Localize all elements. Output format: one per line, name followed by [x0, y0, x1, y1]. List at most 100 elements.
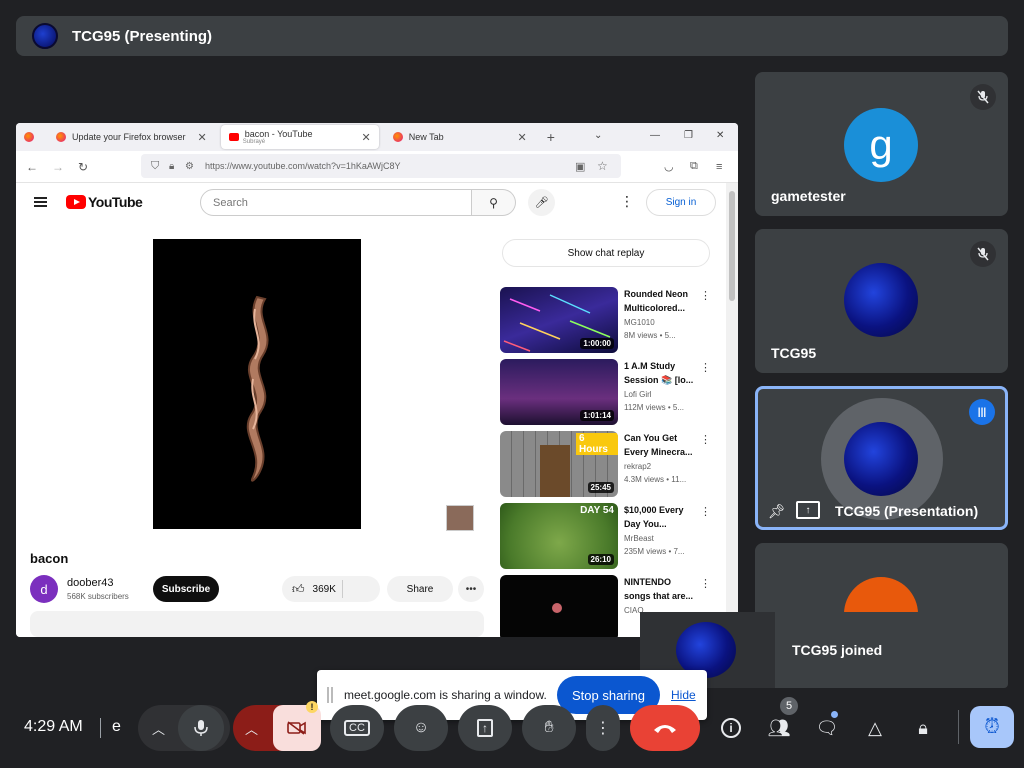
sign-in-button[interactable]: Sign in [646, 189, 716, 216]
firefox-menu-icon[interactable] [24, 132, 34, 142]
more-options-button[interactable]: ⋮ [586, 705, 620, 751]
channel-avatar[interactable]: d [30, 575, 58, 603]
close-window-icon[interactable]: ✕ [716, 130, 724, 141]
sign-in-label: Sign in [665, 197, 697, 208]
close-tab-icon[interactable]: ✕ [362, 131, 371, 144]
recommended-video[interactable]: 6 Hours 25:45 Can You Get Every Minecra.… [500, 431, 726, 497]
video-title-line1: Can You Get [624, 433, 678, 443]
close-tab-icon[interactable]: ✕ [518, 131, 527, 144]
info-icon: i [721, 718, 741, 738]
more-options-icon[interactable]: ⋮ [700, 361, 711, 374]
translate-icon[interactable]: ▣ [575, 160, 585, 173]
reload-icon[interactable]: ↻ [78, 160, 88, 174]
tab-new-tab[interactable]: New Tab ✕ [385, 125, 535, 149]
show-chat-replay-button[interactable]: Show chat replay [502, 239, 710, 267]
chat-replay-label: Show chat replay [567, 247, 645, 259]
tab-youtube[interactable]: bacon - YouTube Subrayé ✕ [220, 125, 379, 149]
presenter-bar: TCG95 (Presenting) [16, 16, 1008, 56]
video-thumbnail[interactable] [500, 575, 618, 637]
recommended-video[interactable]: DAY 54 26:10 $10,000 Every Day You... Mr… [500, 503, 726, 569]
url-bar[interactable]: ⛉ 🔒︎ ⚙ https://www.youtube.com/watch?v=1… [141, 154, 621, 178]
restore-icon[interactable]: ❐ [684, 130, 693, 141]
participant-tile-presentation[interactable]: ||| 📌︎ ↑ TCG95 (Presentation) [755, 386, 1008, 530]
shield-icon[interactable]: ⛉ [151, 160, 159, 173]
back-icon[interactable]: ← [26, 160, 38, 174]
activities-button[interactable]: △ [859, 712, 891, 744]
lock-icon[interactable]: 🔒︎ [169, 161, 174, 172]
meeting-details-button[interactable]: i [715, 712, 747, 744]
extensions-icon[interactable]: ⧉ [690, 160, 698, 173]
video-thumbnail[interactable]: 6 Hours 25:45 [500, 431, 618, 497]
url-text: https://www.youtube.com/watch?v=1hKaAWjC… [205, 161, 401, 171]
recommended-video[interactable]: 1:00:00 Rounded Neon Multicolored... MG1… [500, 287, 726, 353]
microphone-button[interactable] [178, 705, 224, 751]
more-options-icon[interactable]: ⋮ [700, 505, 711, 518]
drag-handle-icon[interactable] [327, 687, 333, 703]
video-title-line1: $10,000 Every [624, 505, 684, 515]
video-player[interactable] [153, 239, 361, 529]
video-channel: MrBeast [624, 534, 654, 543]
more-horizontal-icon: ••• [465, 583, 477, 595]
more-options-icon[interactable]: ⋮ [700, 577, 711, 590]
scrollbar-thumb[interactable] [729, 191, 735, 301]
meeting-clock: 4:29 AM [24, 718, 83, 735]
minimize-icon[interactable]: — [650, 130, 660, 141]
page-scrollbar[interactable] [726, 183, 738, 637]
presenter-title: TCG95 (Presenting) [72, 27, 213, 45]
more-actions-button[interactable]: ••• [458, 576, 484, 602]
forward-icon[interactable]: → [52, 160, 64, 174]
subscribe-button[interactable]: Subscribe [153, 576, 219, 602]
video-title-line1: 1 A.M Study [624, 361, 676, 371]
tab-firefox-update[interactable]: Update your Firefox browser ✕ [48, 125, 215, 149]
chevron-up-icon[interactable]: ︿ [245, 719, 258, 738]
participant-tile-tcg95[interactable]: TCG95 [755, 229, 1008, 373]
hide-link[interactable]: Hide [671, 688, 696, 702]
participant-avatar: g [844, 108, 918, 182]
share-button[interactable]: Share [387, 576, 453, 602]
description-box[interactable] [30, 611, 484, 637]
captions-button[interactable]: CC [330, 705, 384, 751]
search-button[interactable]: ⚲ [472, 189, 516, 216]
close-tab-icon[interactable]: ✕ [198, 131, 207, 144]
new-tab-icon[interactable]: + [547, 129, 555, 145]
channel-name[interactable]: doober43 [67, 577, 114, 589]
host-controls-button[interactable]: 🔒︎ [907, 712, 939, 744]
video-thumbnail[interactable]: DAY 54 26:10 [500, 503, 618, 569]
raise-hand-button[interactable]: ✋︎ [522, 705, 576, 751]
present-screen-icon: ↑ [796, 501, 820, 519]
reactions-button[interactable]: ☺ [394, 705, 448, 751]
chevron-down-icon[interactable]: ⌄ [594, 130, 602, 141]
present-now-button[interactable]: ↑ [458, 705, 512, 751]
audio-level-icon: ||| [969, 399, 995, 425]
permissions-icon[interactable]: ⚙ [185, 161, 194, 172]
end-screen-thumbnail[interactable] [446, 505, 474, 531]
alarm-clock-icon: ⏰︎ [984, 715, 1000, 738]
pin-icon[interactable]: 📌︎ [768, 503, 786, 520]
more-options-icon[interactable]: ⋮ [700, 289, 711, 302]
pocket-icon[interactable]: ◡ [664, 160, 674, 173]
menu-icon[interactable]: ≡ [716, 161, 722, 173]
day-overlay-text: DAY 54 [580, 505, 614, 516]
search-input[interactable]: Search [200, 189, 472, 216]
voice-search-button[interactable]: 🎤︎ [528, 189, 555, 216]
video-thumbnail[interactable]: 1:00:00 [500, 287, 618, 353]
timer-button[interactable]: ⏰︎ [970, 706, 1014, 748]
people-button[interactable]: 👥︎ [763, 712, 795, 744]
subscribe-label: Subscribe [161, 583, 211, 595]
leave-call-button[interactable] [630, 705, 700, 751]
youtube-logo[interactable]: YouTube [66, 194, 143, 210]
bookmark-star-icon[interactable]: ☆ [597, 159, 608, 173]
like-button[interactable]: 👍︎ 369K [282, 576, 380, 602]
hamburger-menu-icon[interactable] [34, 197, 47, 207]
more-options-icon[interactable]: ⋮ [700, 433, 711, 446]
more-options-icon[interactable]: ⋮ [620, 193, 634, 210]
participant-tile-gametester[interactable]: g gametester [755, 72, 1008, 216]
chevron-up-icon[interactable]: ︿ [152, 719, 165, 738]
recommended-video[interactable]: 1:01:14 1 A.M Study Session 📚 [lo... Lof… [500, 359, 726, 425]
video-thumbnail[interactable]: 1:01:14 [500, 359, 618, 425]
people-count-badge: 5 [780, 697, 798, 715]
tab-label: Update your Firefox browser [72, 132, 186, 142]
participant-tile-partial[interactable] [755, 543, 1008, 623]
share-message: meet.google.com is sharing a window. [344, 688, 547, 702]
chat-button[interactable]: 🗨︎ [811, 712, 843, 744]
